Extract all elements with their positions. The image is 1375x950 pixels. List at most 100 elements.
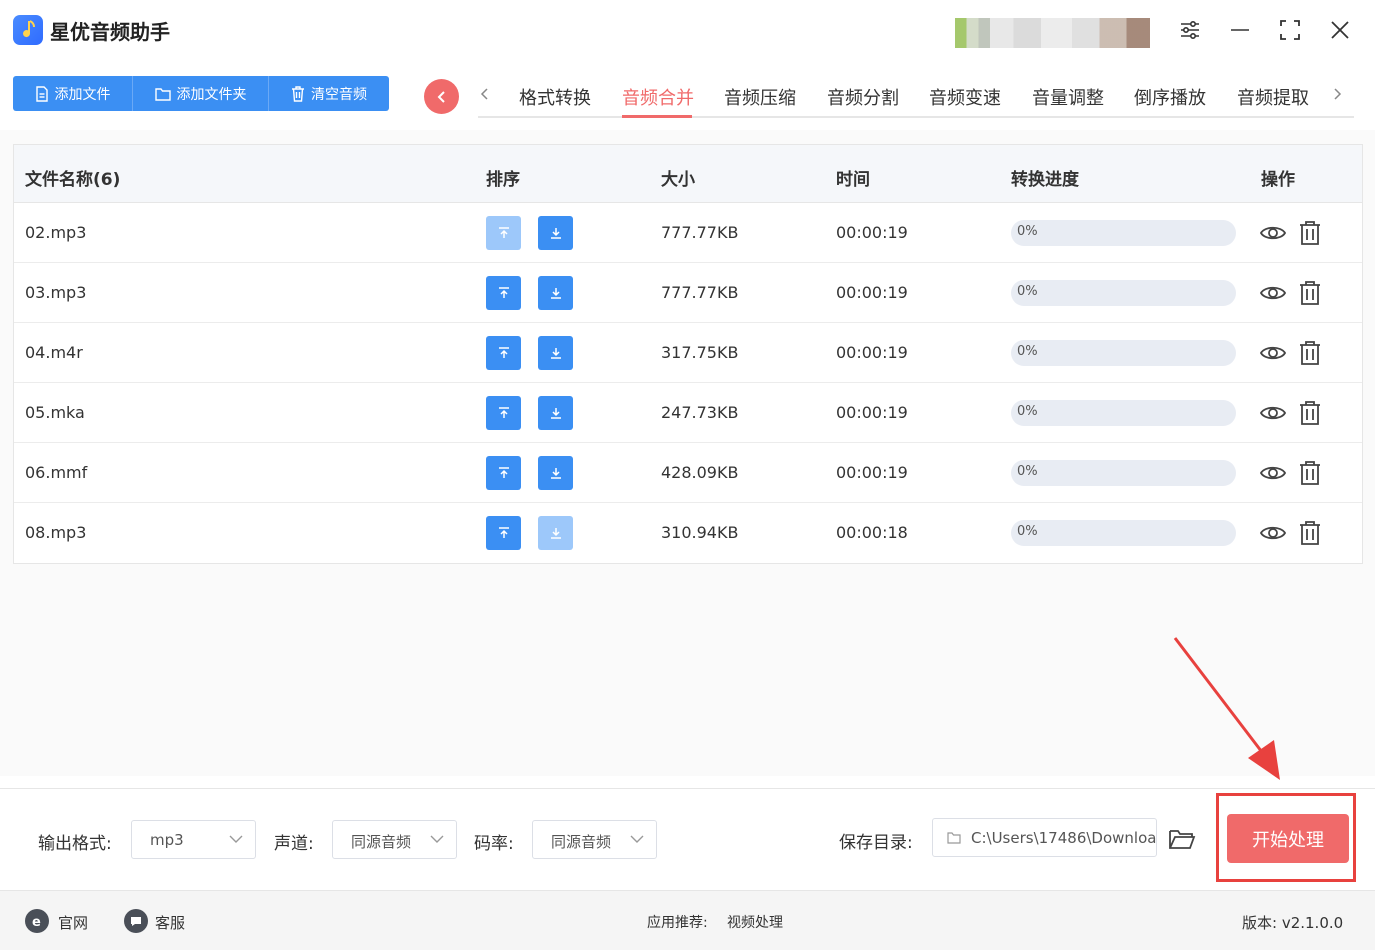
progress-percent: 0%	[1017, 344, 1038, 359]
delete-trash-icon[interactable]	[1296, 279, 1324, 307]
user-avatar[interactable]	[955, 18, 1150, 48]
file-duration: 00:00:19	[836, 283, 908, 302]
table-row: 02.mp3 777.77KB 00:00:19 0%	[14, 203, 1362, 263]
tab-scroll-left-icon[interactable]	[478, 84, 492, 104]
channel-value: 同源音频	[351, 833, 412, 851]
move-down-button[interactable]	[538, 336, 573, 370]
move-down-button[interactable]	[538, 396, 573, 430]
svg-text:e: e	[32, 915, 41, 929]
move-up-button[interactable]	[486, 276, 521, 310]
clear-audio-button[interactable]: 清空音频	[269, 76, 389, 111]
file-name: 06.mmf	[25, 463, 88, 482]
settings-sliders-icon[interactable]	[1176, 16, 1204, 44]
open-folder-icon[interactable]	[1168, 827, 1196, 851]
chevron-down-icon	[430, 835, 444, 843]
output-format-select[interactable]: mp3	[131, 820, 256, 859]
table-row: 03.mp3 777.77KB 00:00:19 0%	[14, 263, 1362, 323]
progress-percent: 0%	[1017, 524, 1038, 539]
file-size: 317.75KB	[661, 343, 739, 362]
website-link[interactable]: 官网	[58, 912, 88, 933]
website-icon[interactable]: e	[25, 909, 49, 933]
bitrate-value: 同源音频	[551, 833, 612, 851]
preview-eye-icon[interactable]	[1259, 519, 1287, 547]
conversion-progress: 0%	[1011, 280, 1236, 306]
move-down-button[interactable]	[538, 456, 573, 490]
tab-reverse-play[interactable]: 倒序播放	[1134, 84, 1206, 110]
add-file-label: 添加文件	[54, 86, 111, 103]
file-name: 05.mka	[25, 403, 85, 422]
preview-eye-icon[interactable]	[1259, 459, 1287, 487]
preview-eye-icon[interactable]	[1259, 219, 1287, 247]
chevron-down-icon	[630, 835, 644, 843]
progress-percent: 0%	[1017, 224, 1038, 239]
header-size: 大小	[661, 170, 695, 190]
preview-eye-icon[interactable]	[1259, 339, 1287, 367]
close-icon[interactable]	[1326, 16, 1354, 44]
tab-audio-split[interactable]: 音频分割	[827, 84, 899, 110]
file-size: 247.73KB	[661, 403, 739, 422]
move-down-button[interactable]	[538, 516, 573, 550]
document-icon	[35, 85, 48, 102]
tab-audio-merge[interactable]: 音频合并	[622, 84, 694, 110]
preview-eye-icon[interactable]	[1259, 399, 1287, 427]
file-name: 04.m4r	[25, 343, 83, 362]
move-down-button[interactable]	[538, 276, 573, 310]
delete-trash-icon[interactable]	[1296, 399, 1324, 427]
tab-audio-extract[interactable]: 音频提取	[1237, 84, 1309, 110]
move-up-button[interactable]	[486, 216, 521, 250]
file-name: 03.mp3	[25, 283, 87, 302]
move-down-button[interactable]	[538, 216, 573, 250]
progress-percent: 0%	[1017, 284, 1038, 299]
conversion-progress: 0%	[1011, 460, 1236, 486]
output-format-value: mp3	[150, 831, 184, 849]
arrow-down-icon	[550, 408, 561, 419]
arrow-up-icon	[498, 347, 509, 358]
tab-audio-compress[interactable]: 音频压缩	[724, 84, 796, 110]
delete-trash-icon[interactable]	[1296, 339, 1324, 367]
status-footer: e 官网 客服 应用推荐: 视频处理 版本: v2.1.0.0	[0, 890, 1375, 950]
file-toolbar: 添加文件 添加文件夹 清空音频	[13, 76, 389, 111]
file-table: 文件名称(6) 排序 大小 时间 转换进度 操作 02.mp3 777.77KB…	[13, 144, 1363, 564]
customer-service-icon[interactable]	[124, 909, 148, 933]
table-row: 08.mp3 310.94KB 00:00:18 0%	[14, 503, 1362, 563]
channel-label: 声道:	[274, 834, 314, 854]
table-row: 04.m4r 317.75KB 00:00:19 0%	[14, 323, 1362, 383]
table-row: 06.mmf 428.09KB 00:00:19 0%	[14, 443, 1362, 503]
tab-audio-speed[interactable]: 音频变速	[929, 84, 1001, 110]
delete-trash-icon[interactable]	[1296, 219, 1324, 247]
save-directory-input[interactable]: C:\Users\17486\Downloads	[932, 818, 1157, 857]
delete-trash-icon[interactable]	[1296, 459, 1324, 487]
channel-select[interactable]: 同源音频	[332, 820, 457, 859]
move-up-button[interactable]	[486, 456, 521, 490]
tab-scroll-right-icon[interactable]	[1330, 84, 1344, 104]
video-processing-link[interactable]: 视频处理	[727, 912, 783, 932]
minimize-icon[interactable]	[1226, 16, 1254, 44]
tab-format-convert[interactable]: 格式转换	[519, 84, 591, 110]
maximize-icon[interactable]	[1276, 16, 1304, 44]
bitrate-select[interactable]: 同源音频	[532, 820, 657, 859]
preview-eye-icon[interactable]	[1259, 279, 1287, 307]
app-logo-icon	[13, 15, 43, 45]
customer-service-link[interactable]: 客服	[155, 912, 185, 933]
move-up-button[interactable]	[486, 396, 521, 430]
arrow-up-icon	[498, 227, 509, 238]
progress-percent: 0%	[1017, 464, 1038, 479]
start-button-highlight	[1216, 793, 1356, 882]
header-sort: 排序	[486, 170, 520, 190]
file-duration: 00:00:18	[836, 523, 908, 542]
move-up-button[interactable]	[486, 516, 521, 550]
add-folder-button[interactable]: 添加文件夹	[133, 76, 269, 111]
back-button[interactable]	[424, 79, 459, 114]
add-file-button[interactable]: 添加文件	[13, 76, 133, 111]
file-size: 777.77KB	[661, 283, 739, 302]
output-format-label: 输出格式:	[38, 834, 112, 854]
move-up-button[interactable]	[486, 336, 521, 370]
file-name: 08.mp3	[25, 523, 87, 542]
header-file-name: 文件名称(6)	[25, 170, 121, 190]
tab-volume-adjust[interactable]: 音量调整	[1032, 84, 1104, 110]
table-body: 02.mp3 777.77KB 00:00:19 0% 03.mp3 777.7…	[14, 203, 1362, 563]
header-operations: 操作	[1261, 170, 1295, 190]
bitrate-label: 码率:	[474, 834, 514, 854]
delete-trash-icon[interactable]	[1296, 519, 1324, 547]
folder-icon	[947, 832, 961, 844]
